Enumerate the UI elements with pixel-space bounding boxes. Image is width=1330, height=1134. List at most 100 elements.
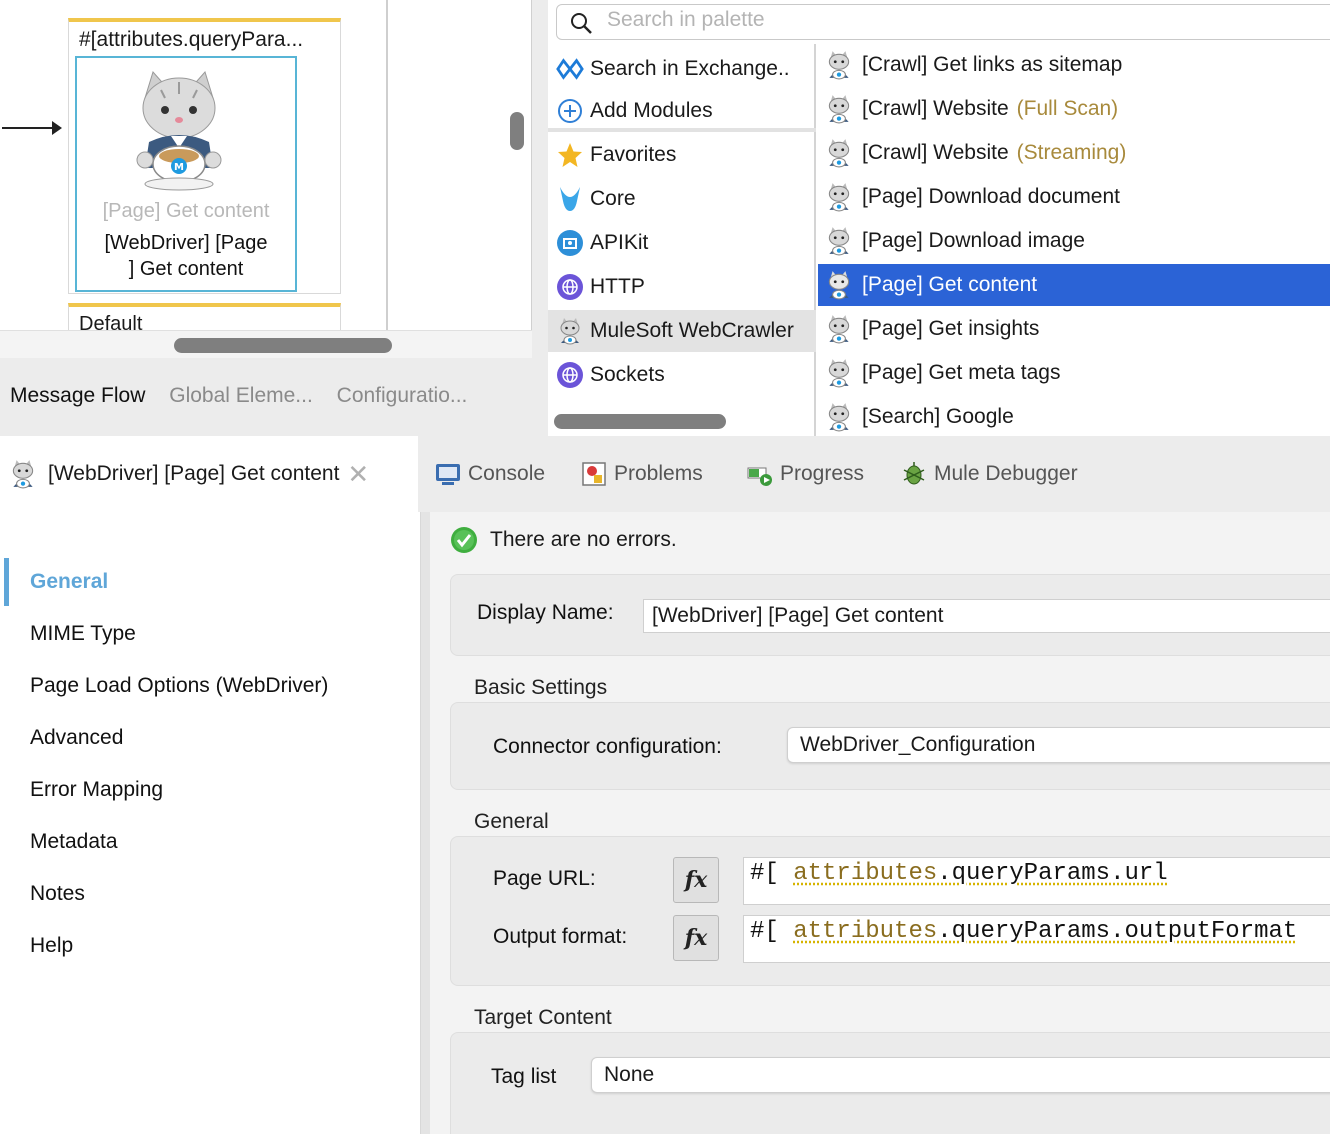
display-name-label: Display Name: [477, 601, 614, 624]
tag-list-label: Tag list [491, 1065, 557, 1088]
flow-canvas-panel: #[attributes.queryPara... M [Page] Get c… [0, 0, 534, 436]
palette-category-core[interactable]: Core [548, 178, 816, 220]
palette-category-label: Sockets [590, 363, 665, 386]
sockets-globe-icon [556, 361, 584, 389]
palette-category-label: Core [590, 187, 636, 210]
palette-category-favorites[interactable]: Favorites [548, 134, 816, 176]
display-name-panel: Display Name: [WebDriver] [Page] Get con… [450, 574, 1330, 656]
nav-item-general[interactable]: General [30, 570, 108, 594]
nav-item-notes[interactable]: Notes [30, 882, 85, 906]
palette-category-apikit[interactable]: APIKit [548, 222, 816, 264]
mule-palette: Search in Exchange.. Add Modules Favorit… [548, 0, 1330, 480]
close-icon[interactable]: ✕ [347, 459, 369, 490]
operation-hint: (Streaming) [1016, 141, 1127, 164]
flow-canvas[interactable]: #[attributes.queryPara... M [Page] Get c… [0, 0, 532, 358]
basic-settings-panel: Connector configuration: WebDriver_Confi… [450, 702, 1330, 790]
svg-text:M: M [174, 162, 184, 173]
scope-expression-title: #[attributes.queryPara... [79, 28, 304, 51]
operation-label: [Page] Download image [862, 229, 1085, 252]
tab-component-properties[interactable]: [WebDriver] [Page] Get content ✕ [0, 436, 418, 512]
tab-message-flow[interactable]: Message Flow [10, 384, 145, 407]
tab-global-elements[interactable]: Global Eleme... [169, 384, 313, 407]
nav-item-help[interactable]: Help [30, 934, 73, 958]
tab-problems[interactable]: Problems [580, 460, 703, 488]
editor-tab-label: [WebDriver] [Page] Get content [48, 462, 340, 485]
component-name-label: [WebDriver] [Page ] Get content [104, 232, 268, 280]
connector-config-label: Connector configuration: [493, 735, 722, 758]
palette-category-mulesoft-webcrawler[interactable]: MuleSoft WebCrawler [548, 310, 816, 352]
flow-arrow [2, 121, 62, 135]
palette-operation-item[interactable]: [Crawl] Website (Streaming) [818, 132, 1330, 174]
palette-category-label: APIKit [590, 231, 649, 254]
palette-category-search-exchange[interactable]: Search in Exchange.. [548, 48, 816, 90]
default-scope[interactable]: Default [68, 303, 341, 333]
nav-item-mime-type[interactable]: MIME Type [30, 622, 136, 646]
connector-config-select[interactable]: WebDriver_Configuration [787, 727, 1330, 763]
tab-mule-debugger[interactable]: Mule Debugger [900, 460, 1078, 488]
choice-when-scope[interactable]: #[attributes.queryPara... M [Page] Get c… [68, 18, 341, 294]
tab-configuration-xml[interactable]: Configuratio... [337, 384, 468, 407]
palette-category-add-modules[interactable]: Add Modules [548, 90, 816, 132]
core-icon [556, 185, 584, 213]
output-format-expression-input[interactable]: #[ attributes.queryParams.outputFormat [743, 915, 1330, 963]
bottom-tab-bar: [WebDriver] [Page] Get content ✕ Console… [0, 436, 1330, 512]
webcrawler-cat-icon: M [136, 71, 222, 191]
validation-status: There are no errors. [450, 526, 677, 554]
webcrawler-icon [556, 317, 584, 345]
webcrawler-icon [828, 315, 850, 344]
page-url-fx-toggle[interactable]: fx [673, 857, 719, 903]
tag-list-select[interactable]: None [591, 1057, 1330, 1093]
palette-operation-item[interactable]: [Page] Get insights [818, 308, 1330, 350]
palette-operation-item[interactable]: [Page] Download document [818, 176, 1330, 218]
palette-operation-item[interactable]: [Crawl] Website (Full Scan) [818, 88, 1330, 130]
nav-item-advanced[interactable]: Advanced [30, 726, 123, 750]
panel-splitter[interactable] [420, 512, 430, 1134]
palette-search-box[interactable] [556, 4, 1330, 40]
palette-operation-item[interactable]: [Page] Get meta tags [818, 352, 1330, 394]
exchange-icon [556, 55, 584, 83]
add-circle-icon [556, 97, 584, 125]
canvas-horizontal-scrollbar[interactable] [174, 338, 392, 353]
palette-category-label: MuleSoft WebCrawler [590, 319, 794, 342]
palette-operation-item-selected[interactable]: [Page] Get content [818, 264, 1330, 306]
palette-search-input[interactable] [607, 8, 1307, 32]
general-panel: Page URL: fx #[ attributes.queryParams.u… [450, 836, 1330, 986]
operation-hint: (Full Scan) [1016, 97, 1119, 120]
webcrawler-icon [828, 271, 850, 300]
expression-attributes: attributes [793, 860, 938, 887]
display-name-input[interactable]: [WebDriver] [Page] Get content [643, 599, 1330, 633]
output-format-fx-toggle[interactable]: fx [673, 915, 719, 961]
webcrawler-icon [828, 359, 850, 388]
check-circle-icon [451, 527, 477, 553]
nav-item-metadata[interactable]: Metadata [30, 830, 118, 854]
expression-path: .queryParams.url [937, 860, 1168, 887]
webcrawler-icon [828, 227, 850, 256]
canvas-vertical-scrollbar[interactable] [510, 112, 524, 150]
star-icon [556, 141, 584, 169]
operation-label: [Search] Google [862, 405, 1014, 428]
console-icon [436, 464, 460, 485]
page-url-expression-input[interactable]: #[ attributes.queryParams.url [743, 857, 1330, 905]
expression-attributes: attributes [793, 918, 938, 945]
operation-label: [Page] Get meta tags [862, 361, 1061, 384]
nav-item-page-load-options[interactable]: Page Load Options (WebDriver) [30, 674, 328, 698]
palette-category-sockets[interactable]: Sockets [548, 354, 816, 396]
palette-category-http[interactable]: HTTP [548, 266, 816, 308]
palette-operation-item[interactable]: [Search] Google [818, 396, 1330, 438]
palette-category-label: Search in Exchange.. [590, 57, 790, 80]
operation-label: [Page] Download document [862, 185, 1120, 208]
webcrawler-icon [12, 460, 34, 489]
palette-operation-item[interactable]: [Page] Download image [818, 220, 1330, 262]
component-type-label: [Page] Get content [102, 200, 270, 222]
nav-active-indicator [4, 558, 9, 606]
tab-progress[interactable]: Progress [746, 460, 864, 488]
webcrawler-icon [828, 139, 850, 168]
palette-category-horizontal-scrollbar[interactable] [554, 414, 726, 429]
nav-item-error-mapping[interactable]: Error Mapping [30, 778, 163, 802]
tab-console[interactable]: Console [434, 460, 545, 488]
apikit-icon [556, 229, 584, 257]
canvas-divider [386, 0, 388, 330]
get-content-component[interactable]: M [Page] Get content [WebDriver] [Page ]… [75, 56, 297, 292]
palette-operation-item[interactable]: [Crawl] Get links as sitemap [818, 44, 1330, 86]
view-tab-label: Mule Debugger [934, 462, 1078, 485]
